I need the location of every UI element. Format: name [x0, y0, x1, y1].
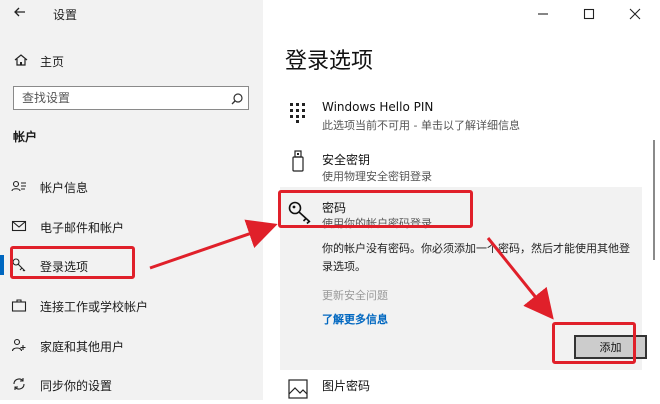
app-title: 设置 [53, 8, 78, 22]
scrollbar[interactable] [653, 140, 655, 260]
sidebar-item-email-accounts[interactable]: 电子邮件和帐户 [0, 212, 263, 240]
sidebar-item-label: 连接工作或学校帐户 [40, 300, 149, 314]
sync-icon [11, 376, 27, 392]
no-password-message: 你的帐户没有密码。你必须添加一个密码，然后才能使用其他登录选项。 [322, 242, 630, 273]
close-icon[interactable] [626, 5, 644, 23]
option-title: Windows Hello PIN [322, 100, 434, 114]
option-desc: 此选项当前不可用 - 单击以了解详细信息 [322, 119, 520, 132]
maximize-icon[interactable] [580, 5, 598, 23]
sidebar-item-label: 同步你的设置 [40, 379, 113, 393]
title-row: 设置 [0, 0, 263, 30]
sidebar-item-label: 电子邮件和帐户 [40, 221, 125, 235]
highlight-box-sign-in-options [10, 246, 135, 279]
home-label: 主页 [40, 55, 65, 69]
sidebar-item-work-school[interactable]: 连接工作或学校帐户 [0, 291, 263, 319]
update-security-questions-link: 更新安全问题 [322, 289, 388, 302]
option-windows-hello-pin[interactable]: Windows Hello PIN 此选项当前不可用 - 单击以了解详细信息 [263, 95, 660, 137]
option-picture-password[interactable]: 图片密码 [263, 372, 660, 400]
highlight-box-password [278, 190, 473, 228]
sidebar: 设置 主页 帐户 帐户信息 电子邮件和帐户 登录选项 连 [0, 0, 263, 400]
option-desc: 使用物理安全密钥登录 [322, 170, 432, 183]
window-controls [520, 0, 660, 28]
search-icon[interactable] [230, 91, 244, 105]
usb-key-icon [287, 150, 309, 172]
person-icon [11, 178, 27, 194]
minimize-icon[interactable] [534, 5, 552, 23]
back-arrow-icon[interactable] [12, 4, 28, 20]
option-title: 图片密码 [322, 379, 371, 393]
sidebar-item-account-info[interactable]: 帐户信息 [0, 172, 263, 200]
briefcase-icon [11, 297, 27, 313]
picture-icon [287, 378, 309, 400]
highlight-box-add-button [552, 322, 636, 364]
home-icon [13, 52, 29, 68]
search-input[interactable] [22, 90, 222, 106]
sidebar-item-sync[interactable]: 同步你的设置 [0, 370, 263, 398]
page-title: 登录选项 [285, 49, 374, 74]
nav-home[interactable]: 主页 [0, 50, 263, 72]
learn-more-link[interactable]: 了解更多信息 [322, 311, 388, 327]
mail-icon [11, 218, 27, 234]
option-title: 安全密钥 [322, 153, 371, 167]
keypad-icon [287, 101, 309, 123]
main-content: 登录选项 Windows Hello PIN 此选项当前不可用 - 单击以了解详… [263, 0, 660, 400]
search-box[interactable] [13, 86, 249, 110]
sidebar-item-family[interactable]: 家庭和其他用户 [0, 331, 263, 359]
sidebar-item-label: 帐户信息 [40, 181, 89, 195]
people-icon [11, 337, 27, 353]
section-title: 帐户 [13, 130, 38, 144]
option-security-key[interactable]: 安全密钥 使用物理安全密钥登录 [263, 146, 660, 186]
sidebar-item-label: 家庭和其他用户 [40, 340, 125, 354]
